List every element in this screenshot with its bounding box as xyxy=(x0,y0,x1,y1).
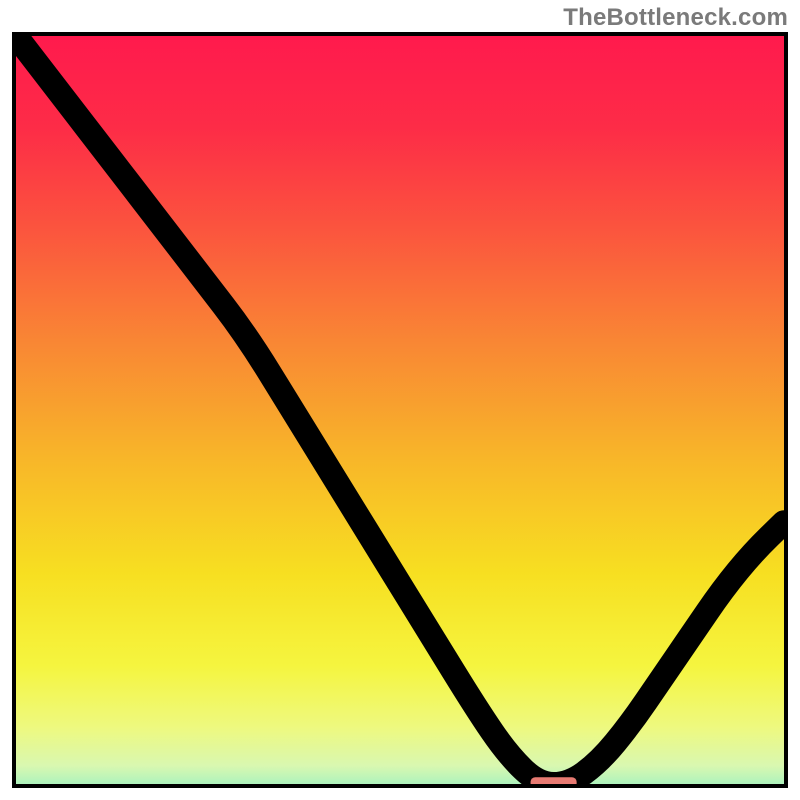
curve-layer xyxy=(16,36,784,784)
optimal-range-marker xyxy=(531,777,577,784)
chart-container: TheBottleneck.com xyxy=(0,0,800,800)
watermark-text: TheBottleneck.com xyxy=(563,4,788,32)
bottleneck-curve xyxy=(16,36,784,784)
plot-frame xyxy=(12,32,788,788)
